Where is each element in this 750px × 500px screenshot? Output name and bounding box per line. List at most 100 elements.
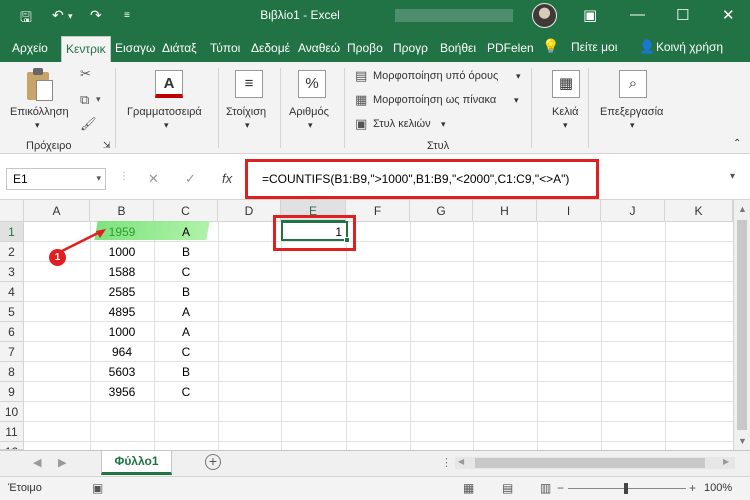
column-header-a[interactable]: A — [24, 200, 90, 222]
share-button[interactable]: Κοινή χρήση — [656, 40, 723, 54]
cell-c6[interactable]: A — [154, 322, 218, 342]
format-as-table-icon[interactable]: ▦ — [355, 92, 367, 108]
restore-button[interactable]: ☐ — [676, 6, 689, 24]
paste-button[interactable]: Επικόλληση — [10, 106, 69, 118]
conditional-formatting-icon[interactable]: ▤ — [355, 68, 367, 84]
column-header-k[interactable]: K — [665, 200, 733, 222]
cell-c3[interactable]: C — [154, 262, 218, 282]
sheet-next-icon[interactable]: ▶ — [58, 456, 66, 469]
vertical-scroll-thumb[interactable] — [737, 220, 747, 430]
tab-file[interactable]: Αρχείο — [12, 41, 48, 55]
lightbulb-icon[interactable]: 💡 — [542, 38, 559, 55]
row-header-8[interactable]: 8 — [0, 362, 24, 382]
cell-c1[interactable]: A — [154, 222, 218, 242]
row-header-10[interactable]: 10 — [0, 402, 24, 422]
collapse-ribbon-icon[interactable]: ⌃ — [733, 138, 741, 149]
paste-dropdown-icon[interactable]: ▾ — [35, 120, 40, 131]
page-layout-view-icon[interactable]: ▤ — [502, 481, 513, 495]
column-header-i[interactable]: I — [537, 200, 601, 222]
tab-formulas[interactable]: Τύποι — [210, 41, 240, 55]
row-header-2[interactable]: 2 — [0, 242, 24, 262]
scroll-up-icon[interactable]: ▲ — [738, 204, 747, 214]
format-as-table-button[interactable]: Μορφοποίηση ως πίνακα — [373, 94, 496, 106]
horizontal-scroll-thumb[interactable] — [475, 458, 705, 468]
cells-button[interactable]: Κελιά — [552, 106, 579, 118]
alignment-button[interactable]: Στοίχιση — [226, 106, 266, 118]
column-header-b[interactable]: B — [90, 200, 154, 222]
column-header-g[interactable]: G — [410, 200, 473, 222]
tab-data[interactable]: Δεδομέ — [251, 41, 290, 55]
scroll-left-icon[interactable]: ◀ — [458, 457, 464, 466]
cut-icon[interactable]: ✂ — [80, 66, 91, 82]
sheet-splitter-icon[interactable]: ⋮ — [441, 456, 452, 469]
row-header-11[interactable]: 11 — [0, 422, 24, 442]
row-header-12[interactable]: 12 — [0, 442, 24, 450]
tab-review[interactable]: Αναθεώ — [298, 41, 340, 55]
zoom-slider-handle[interactable] — [624, 483, 628, 494]
cell-b6[interactable]: 1000 — [90, 322, 154, 342]
formula-input[interactable]: =COUNTIFS(B1:B9,">1000",B1:B9,"<2000",C1… — [245, 159, 599, 199]
conditional-formatting-button[interactable]: Μορφοποίηση υπό όρους — [373, 70, 498, 82]
minimize-button[interactable]: — — [630, 6, 645, 23]
cell-b9[interactable]: 3956 — [90, 382, 154, 402]
row-header-7[interactable]: 7 — [0, 342, 24, 362]
row-header-9[interactable]: 9 — [0, 382, 24, 402]
font-button[interactable]: Γραμματοσειρά — [127, 106, 202, 118]
cell-b7[interactable]: 964 — [90, 342, 154, 362]
avatar[interactable] — [532, 3, 557, 28]
copy-dropdown-icon[interactable]: ▾ — [96, 94, 101, 105]
cancel-icon[interactable]: ✕ — [148, 171, 159, 187]
tab-developer[interactable]: Προγρ — [393, 41, 428, 55]
row-header-1[interactable]: 1 — [0, 222, 24, 242]
horizontal-scrollbar[interactable]: ◀ ▶ — [455, 457, 735, 469]
cell-c2[interactable]: B — [154, 242, 218, 262]
cell-b5[interactable]: 4895 — [90, 302, 154, 322]
percent-icon[interactable]: % — [298, 70, 326, 98]
font-icon[interactable]: A — [155, 70, 183, 98]
cell-styles-icon[interactable]: ▣ — [355, 116, 367, 132]
tab-help[interactable]: Βοήθει — [440, 41, 476, 55]
macro-record-icon[interactable]: ▣ — [92, 481, 103, 495]
cells-icon[interactable]: ▦ — [552, 70, 580, 98]
sheet-tab-active[interactable]: Φύλλο1 — [101, 451, 172, 475]
format-as-table-dropdown-icon[interactable]: ▾ — [514, 95, 519, 106]
insert-function-icon[interactable]: fx — [222, 171, 232, 186]
select-all-corner[interactable] — [0, 200, 24, 222]
editing-button[interactable]: Επεξεργασία — [600, 106, 663, 118]
number-button[interactable]: Αριθμός — [289, 106, 329, 118]
editing-dropdown-icon[interactable]: ▾ — [630, 120, 635, 131]
page-break-view-icon[interactable]: ▥ — [540, 481, 551, 495]
paste-icon[interactable] — [27, 68, 55, 102]
name-box[interactable]: E1 ▾ — [6, 168, 106, 190]
zoom-level[interactable]: 100% — [704, 482, 732, 494]
cell-c9[interactable]: C — [154, 382, 218, 402]
ribbon-display-options-icon[interactable]: ▣ — [583, 6, 597, 24]
cell-b3[interactable]: 1588 — [90, 262, 154, 282]
scroll-right-icon[interactable]: ▶ — [723, 457, 729, 466]
enter-icon[interactable]: ✓ — [185, 171, 196, 187]
add-sheet-button[interactable]: + — [205, 454, 221, 470]
cell-c5[interactable]: A — [154, 302, 218, 322]
row-header-5[interactable]: 5 — [0, 302, 24, 322]
row-header-3[interactable]: 3 — [0, 262, 24, 282]
cell-b8[interactable]: 5603 — [90, 362, 154, 382]
column-header-h[interactable]: H — [473, 200, 537, 222]
vertical-scrollbar[interactable]: ▲ ▼ — [733, 200, 750, 450]
cell-c8[interactable]: B — [154, 362, 218, 382]
normal-view-icon[interactable]: ▦ — [463, 481, 474, 495]
cell-styles-dropdown-icon[interactable]: ▾ — [441, 119, 446, 130]
column-header-d[interactable]: D — [218, 200, 281, 222]
tell-me-search[interactable]: Πείτε μοι — [571, 40, 617, 54]
cell-styles-button[interactable]: Στυλ κελιών — [373, 118, 431, 130]
cell-b4[interactable]: 2585 — [90, 282, 154, 302]
tab-insert[interactable]: Εισαγω — [115, 41, 155, 55]
clipboard-launcher-icon[interactable]: ⇲ — [103, 140, 111, 151]
name-box-dropdown-icon[interactable]: ▾ — [96, 173, 101, 184]
column-header-c[interactable]: C — [154, 200, 218, 222]
number-dropdown-icon[interactable]: ▾ — [308, 120, 313, 131]
font-dropdown-icon[interactable]: ▾ — [164, 120, 169, 131]
alignment-dropdown-icon[interactable]: ▾ — [245, 120, 250, 131]
expand-formula-bar-icon[interactable]: ▾ — [730, 171, 735, 182]
column-header-j[interactable]: J — [601, 200, 665, 222]
tab-view[interactable]: Προβο — [347, 41, 383, 55]
